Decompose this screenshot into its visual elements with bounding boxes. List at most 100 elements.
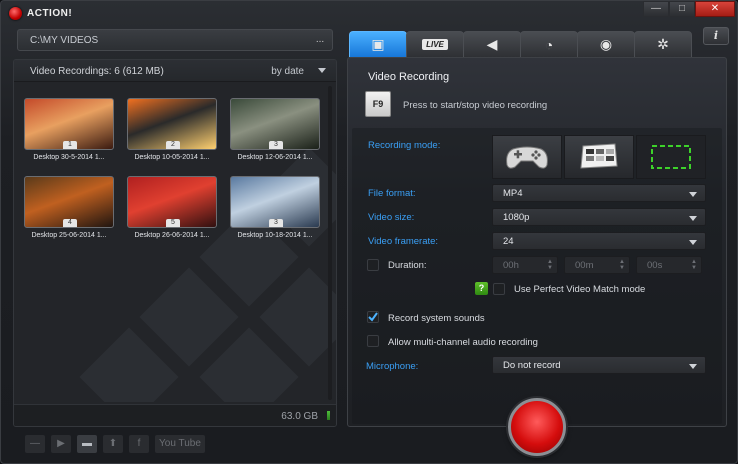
mode-desktop-button[interactable]	[564, 135, 634, 179]
microphone-value: Do not record	[503, 360, 561, 371]
video-size-value: 1080p	[503, 212, 530, 223]
thumbnail-label: Desktop 26-06-2014 1...	[134, 232, 210, 239]
recordings-footer: 63.0 GB	[14, 404, 336, 426]
tab-video-recording[interactable]: ▣	[349, 31, 407, 57]
microphone-label: Microphone:	[366, 361, 419, 372]
thumbnail-image[interactable]: 3	[230, 98, 320, 150]
screenshot-icon: ◉	[599, 36, 613, 52]
recording-thumbnail[interactable]: 1 Desktop 30-5-2014 1...	[24, 98, 116, 161]
recording-thumbnail[interactable]: 3 Desktop 12-06-2014 1...	[230, 98, 322, 161]
mode-region-button[interactable]	[636, 135, 706, 179]
panel-title: Video Recording	[368, 71, 450, 83]
duration-hours-value: 00h	[503, 260, 519, 271]
chevron-down-icon[interactable]	[318, 68, 326, 73]
thumbnail-number: 5	[166, 219, 180, 227]
chevron-down-icon	[689, 364, 697, 369]
youtube-button[interactable]: You Tube	[155, 435, 205, 453]
recordings-scrollbar[interactable]	[328, 86, 332, 400]
duration-minutes-stepper[interactable]: 00m ▲ ▼	[564, 256, 630, 274]
thumbnail-label: Desktop 10-05-2014 1...	[134, 154, 210, 161]
thumbnail-image[interactable]: 4	[24, 176, 114, 228]
multichannel-label: Allow multi-channel audio recording	[388, 337, 538, 348]
duration-seconds-stepper[interactable]: 00s ▲ ▼	[636, 256, 702, 274]
desktop-screen-icon	[580, 143, 618, 169]
settings-icon: ✲	[657, 36, 669, 52]
close-button[interactable]: ✕	[695, 1, 735, 17]
play-button[interactable]: ▶	[51, 435, 71, 453]
app-window: ACTION! — □ ✕ C:\MY VIDEOS ... Video Rec…	[0, 0, 738, 464]
recording-mode-label: Recording mode:	[368, 140, 441, 151]
multichannel-checkbox[interactable]	[367, 335, 379, 347]
facebook-button[interactable]: f	[129, 435, 149, 453]
upload-button[interactable]: ⬆	[103, 435, 123, 453]
thumbnail-image[interactable]: 1	[24, 98, 114, 150]
duration-seconds-value: 00s	[647, 260, 663, 271]
hotkey-description: Press to start/stop video recording	[403, 100, 548, 111]
free-space: 63.0 GB	[281, 411, 318, 422]
live-icon: LIVE	[422, 39, 448, 50]
recording-thumbnail[interactable]: 5 Desktop 26-06-2014 1...	[127, 176, 219, 239]
duration-minutes-value: 00m	[575, 260, 594, 271]
tab-settings[interactable]: ✲	[634, 31, 692, 57]
stepper-arrows-icon[interactable]: ▲ ▼	[691, 259, 697, 271]
file-format-select[interactable]: MP4	[492, 184, 706, 202]
thumbnail-number: 3	[269, 141, 283, 149]
tab-audio[interactable]: ◀	[463, 31, 521, 57]
stepper-arrows-icon[interactable]: ▲ ▼	[547, 259, 553, 271]
framerate-select[interactable]: 24	[492, 232, 706, 250]
recording-thumbnail[interactable]: 2 Desktop 10-05-2014 1...	[127, 98, 219, 161]
microphone-select[interactable]: Do not record	[492, 356, 706, 374]
duration-hours-stepper[interactable]: 00h ▲ ▼	[492, 256, 558, 274]
recording-thumbnail[interactable]: 4 Desktop 25-06-2014 1...	[24, 176, 116, 239]
thumbnail-number: 3	[269, 219, 283, 227]
recordings-header: Video Recordings: 6 (612 MB) by date	[14, 60, 336, 82]
disk-indicator-icon	[327, 411, 330, 420]
stepper-arrows-icon[interactable]: ▲ ▼	[619, 259, 625, 271]
file-format-label: File format:	[368, 188, 416, 199]
tab-screenshot[interactable]: ◉	[577, 31, 635, 57]
tab-timer[interactable]: ◔	[520, 31, 578, 57]
record-system-sounds-checkbox[interactable]	[367, 311, 379, 323]
video-size-select[interactable]: 1080p	[492, 208, 706, 226]
record-button[interactable]	[508, 398, 566, 456]
maximize-button[interactable]: □	[669, 1, 695, 17]
thumbnail-label: Desktop 10-18-2014 1...	[237, 232, 313, 239]
thumbnail-image[interactable]: 5	[127, 176, 217, 228]
recordings-count: Video Recordings: 6 (612 MB)	[30, 66, 164, 77]
path-value: C:\MY VIDEOS	[30, 35, 99, 46]
thumbnail-label: Desktop 25-06-2014 1...	[31, 232, 107, 239]
mode-game-button[interactable]	[492, 135, 562, 179]
video-size-label: Video size:	[368, 212, 415, 223]
remove-button[interactable]: —	[25, 435, 45, 453]
hotkey-button[interactable]: F9	[365, 91, 391, 117]
minimize-button[interactable]: —	[643, 1, 669, 17]
video-recording-icon: ▣	[371, 36, 385, 52]
help-icon[interactable]: ?	[475, 282, 488, 295]
checkmark-icon	[368, 312, 378, 322]
framerate-value: 24	[503, 236, 514, 247]
browse-button[interactable]: ...	[312, 34, 328, 45]
recordings-panel: Video Recordings: 6 (612 MB) by date 1 De…	[13, 59, 337, 427]
sort-dropdown[interactable]: by date	[271, 66, 304, 77]
duration-checkbox[interactable]	[367, 259, 379, 271]
chevron-down-icon	[689, 216, 697, 221]
framerate-label: Video framerate:	[368, 236, 439, 247]
gamepad-icon	[506, 146, 548, 169]
thumbnail-number: 4	[63, 219, 77, 227]
duration-label: Duration:	[388, 260, 427, 271]
recording-thumbnail[interactable]: 3 Desktop 10-18-2014 1...	[230, 176, 322, 239]
region-select-icon	[651, 145, 691, 169]
thumbnail-image[interactable]: 3	[230, 176, 320, 228]
file-format-value: MP4	[503, 188, 523, 199]
perfect-match-checkbox[interactable]	[493, 283, 505, 295]
chevron-down-icon	[689, 192, 697, 197]
bottom-toolbar: — ▶ ▬ ⬆ f You Tube	[25, 435, 205, 453]
video-recording-panel: Video Recording F9 Press to start/stop v…	[347, 57, 727, 456]
folder-button[interactable]: ▬	[77, 435, 97, 453]
record-system-sounds-label: Record system sounds	[388, 313, 485, 324]
path-field[interactable]: C:\MY VIDEOS ...	[17, 29, 333, 51]
thumbnail-image[interactable]: 2	[127, 98, 217, 150]
info-button[interactable]: i	[703, 27, 729, 45]
tab-live[interactable]: LIVE	[406, 31, 464, 57]
chevron-down-icon	[689, 240, 697, 245]
